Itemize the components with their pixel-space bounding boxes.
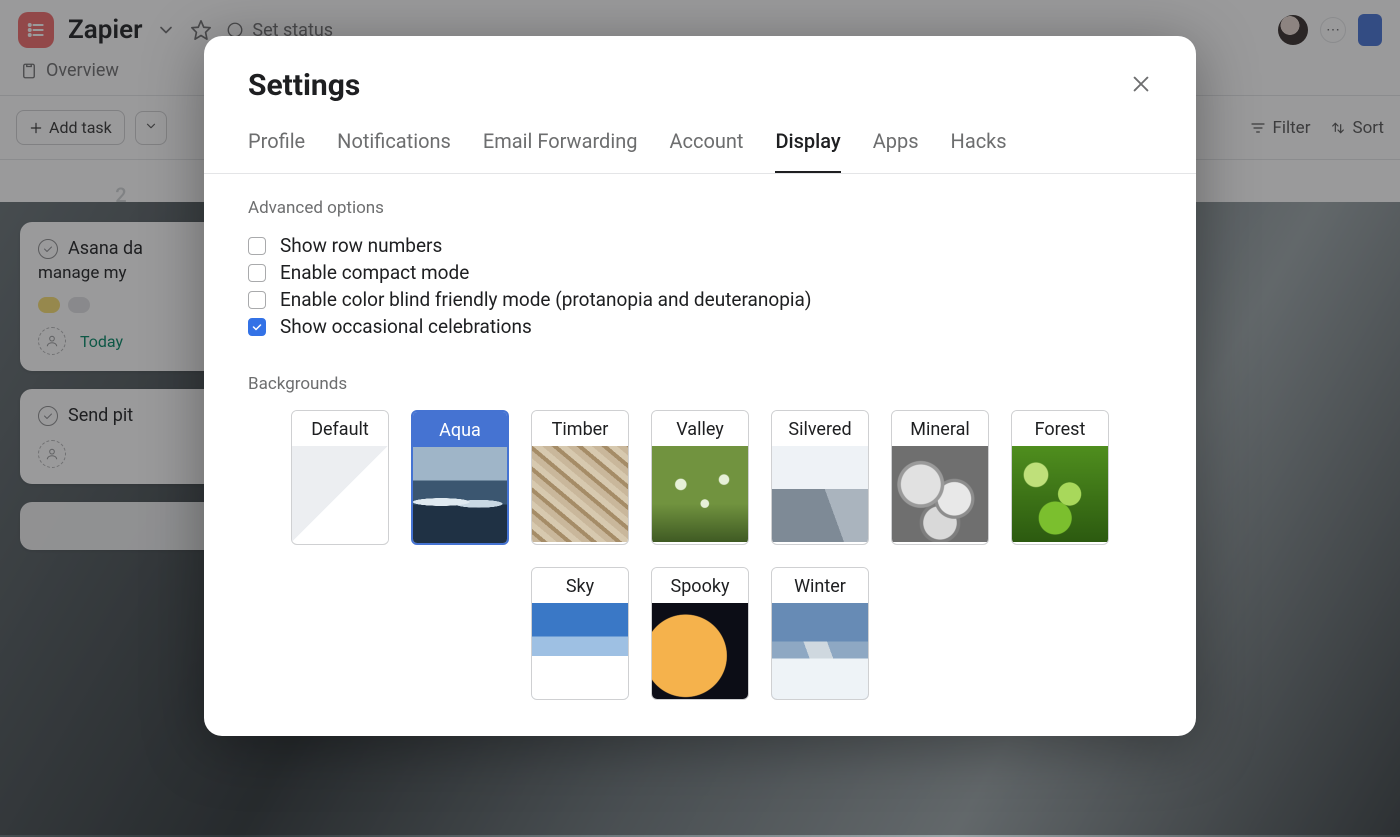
settings-tab-profile[interactable]: Profile [248, 127, 305, 173]
option-label: Enable color blind friendly mode (protan… [280, 288, 811, 311]
close-icon[interactable] [1130, 73, 1152, 99]
backgrounds-grid: Default Aqua Timber Valley Silvered Mineral Fo… [248, 410, 1152, 700]
settings-tab-display[interactable]: Display [775, 127, 840, 173]
background-option-silvered[interactable]: Silvered [771, 410, 869, 545]
option-row: Show occasional celebrations [248, 313, 1152, 340]
checkbox[interactable] [248, 318, 266, 336]
modal-body: Advanced options Show row numbers Enable … [204, 174, 1196, 700]
background-swatch [413, 447, 507, 543]
advanced-options-list: Show row numbers Enable compact mode Enabl… [248, 232, 1152, 340]
background-option-sky[interactable]: Sky [531, 567, 629, 700]
background-label: Spooky [652, 568, 748, 603]
option-label: Show row numbers [280, 234, 442, 257]
modal-title: Settings [248, 68, 360, 103]
settings-tab-notifications[interactable]: Notifications [337, 127, 451, 173]
background-swatch [532, 603, 628, 699]
settings-tab-apps[interactable]: Apps [873, 127, 919, 173]
option-row: Enable compact mode [248, 259, 1152, 286]
settings-tab-account[interactable]: Account [669, 127, 743, 173]
checkbox[interactable] [248, 291, 266, 309]
background-swatch [772, 446, 868, 542]
background-label: Silvered [772, 411, 868, 446]
background-option-winter[interactable]: Winter [771, 567, 869, 700]
background-swatch [532, 446, 628, 542]
background-option-forest[interactable]: Forest [1011, 410, 1109, 545]
background-swatch [652, 446, 748, 542]
background-swatch [1012, 446, 1108, 542]
option-label: Show occasional celebrations [280, 315, 532, 338]
background-label: Aqua [413, 412, 507, 447]
checkbox[interactable] [248, 264, 266, 282]
advanced-options-heading: Advanced options [248, 198, 1152, 218]
background-label: Timber [532, 411, 628, 446]
background-option-default[interactable]: Default [291, 410, 389, 545]
background-label: Winter [772, 568, 868, 603]
background-swatch [892, 446, 988, 542]
background-label: Sky [532, 568, 628, 603]
background-label: Forest [1012, 411, 1108, 446]
checkbox[interactable] [248, 237, 266, 255]
settings-tab-email-forwarding[interactable]: Email Forwarding [483, 127, 638, 173]
background-label: Default [292, 411, 388, 446]
option-row: Show row numbers [248, 232, 1152, 259]
background-option-spooky[interactable]: Spooky [651, 567, 749, 700]
background-swatch [772, 603, 868, 699]
background-option-timber[interactable]: Timber [531, 410, 629, 545]
backgrounds-heading: Backgrounds [248, 374, 1152, 394]
background-swatch [652, 603, 748, 699]
modal-tabs: Profile Notifications Email Forwarding Acco… [204, 113, 1196, 174]
option-label: Enable compact mode [280, 261, 469, 284]
background-option-mineral[interactable]: Mineral [891, 410, 989, 545]
background-label: Valley [652, 411, 748, 446]
modal-header: Settings [204, 36, 1196, 113]
settings-tab-hacks[interactable]: Hacks [951, 127, 1007, 173]
background-option-aqua[interactable]: Aqua [411, 410, 509, 545]
background-option-valley[interactable]: Valley [651, 410, 749, 545]
background-swatch [292, 446, 388, 542]
background-label: Mineral [892, 411, 988, 446]
option-row: Enable color blind friendly mode (protan… [248, 286, 1152, 313]
settings-modal: Settings Profile Notifications Email Forwa… [204, 36, 1196, 736]
